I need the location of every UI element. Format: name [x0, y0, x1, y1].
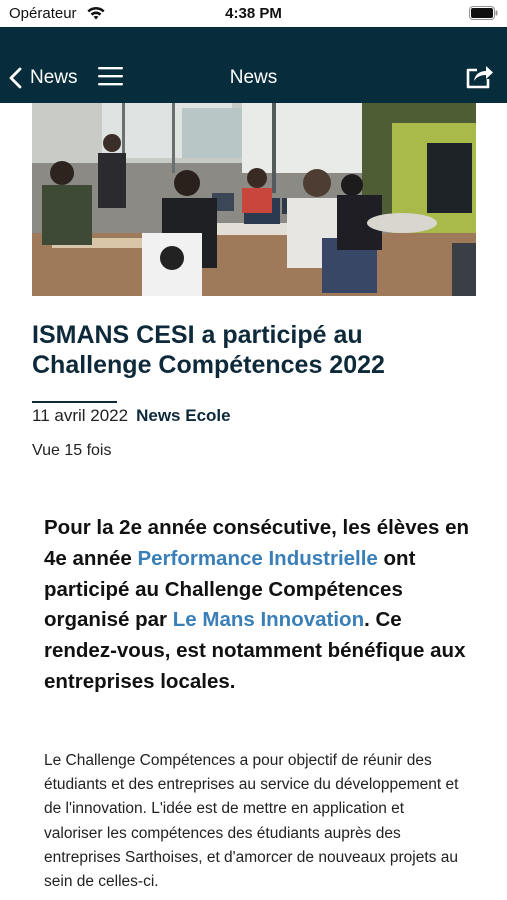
article-category-link[interactable]: News Ecole — [136, 406, 231, 425]
status-time: 4:38 PM — [225, 5, 282, 22]
article-title: ISMANS CESI a participé au Challenge Com… — [32, 321, 385, 379]
date-divider — [32, 401, 117, 403]
link-performance-industrielle[interactable]: Performance Industrielle — [137, 547, 377, 570]
navigation-bar: News News — [0, 27, 507, 103]
article-lead: Pour la 2e année consécutive, les élèves… — [44, 513, 474, 698]
link-le-mans-innovation[interactable]: Le Mans Innovation — [173, 608, 364, 631]
battery-icon — [469, 6, 498, 20]
nav-title: News — [229, 67, 278, 88]
view-count: Vue 15 fois — [32, 442, 112, 459]
status-bar: Opérateur 4:38 PM — [0, 0, 507, 27]
article-body: Le Challenge Compétences a pour objectif… — [44, 752, 459, 891]
article-meta: 11 avril 2022 News Ecole — [32, 406, 231, 426]
share-icon[interactable] — [465, 62, 495, 90]
article-hero-image — [32, 103, 476, 296]
article-date: 11 avril 2022 — [32, 406, 129, 425]
